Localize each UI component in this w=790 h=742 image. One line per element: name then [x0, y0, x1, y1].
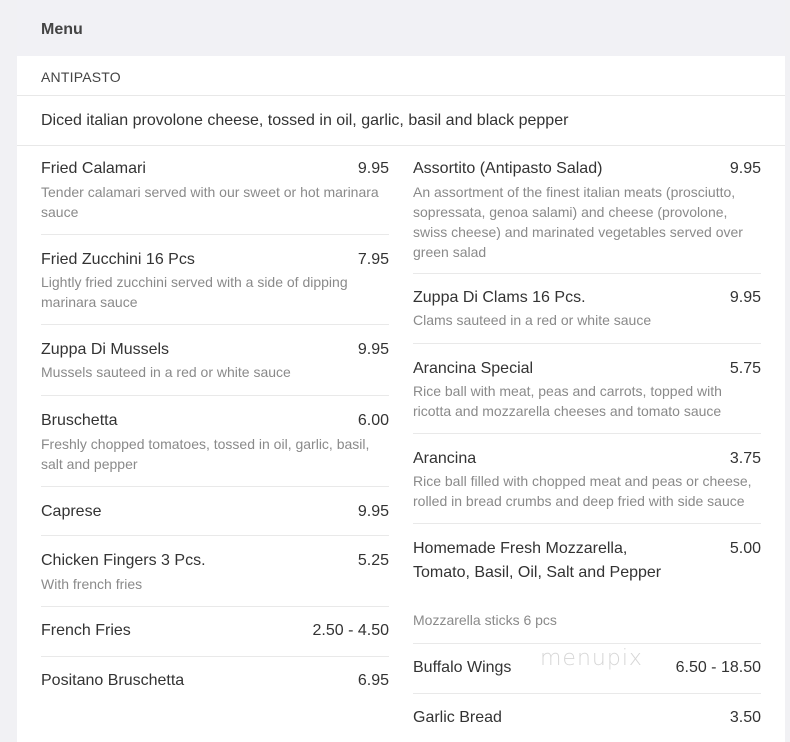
menu-item[interactable]: Homemade Fresh Mozzarella, Tomato, Basil…	[413, 524, 761, 644]
item-name: Arancina	[413, 450, 477, 467]
item-name: Fried Zucchini 16 Pcs	[41, 251, 195, 268]
divider	[17, 95, 785, 96]
menu-item[interactable]: Caprese 9.95	[41, 487, 389, 536]
section-description: Diced italian provolone cheese, tossed i…	[41, 112, 569, 129]
item-description: Freshly chopped tomatoes, tossed in oil,…	[41, 436, 370, 472]
item-name: Buffalo Wings	[413, 659, 512, 676]
section-title: ANTIPASTO	[41, 69, 121, 85]
item-price: 9.95	[729, 160, 761, 177]
item-name: Zuppa Di Mussels	[41, 341, 170, 358]
item-name: Garlic Bread	[413, 709, 502, 726]
item-price: 5.00	[729, 540, 761, 557]
item-name: Chicken Fingers 3 Pcs.	[41, 552, 206, 569]
item-name: Arancina Special	[413, 360, 534, 377]
item-name: French Fries	[41, 622, 131, 639]
divider	[17, 145, 785, 146]
menupix-watermark: menupix	[540, 646, 643, 671]
menu-item[interactable]: Zuppa Di Clams 16 Pcs. 9.95 Clams sautee…	[413, 274, 761, 344]
menu-item[interactable]: Assortito (Antipasto Salad) 9.95 An asso…	[413, 148, 761, 274]
item-price: 9.95	[357, 503, 389, 520]
item-name: Bruschetta	[41, 412, 118, 429]
item-description: With french fries	[41, 576, 143, 592]
item-price: 7.95	[357, 251, 389, 268]
item-price: 5.25	[357, 552, 389, 569]
menu-item[interactable]: French Fries 2.50 - 4.50	[41, 607, 389, 657]
item-price: 5.75	[729, 360, 761, 377]
menu-item[interactable]: Zuppa Di Mussels 9.95 Mussels sauteed in…	[41, 325, 389, 396]
item-price: 9.95	[357, 160, 389, 177]
item-name: Zuppa Di Clams 16 Pcs.	[413, 289, 586, 306]
item-name: Assortito (Antipasto Salad)	[413, 160, 603, 177]
menu-item[interactable]: Positano Bruschetta 6.95	[41, 657, 389, 705]
menu-item[interactable]: Chicken Fingers 3 Pcs. 5.25 With french …	[41, 536, 389, 607]
item-price: 3.75	[729, 450, 761, 467]
item-price: 6.95	[357, 672, 389, 689]
item-description: Mozzarella sticks 6 pcs	[413, 612, 557, 628]
menu-item[interactable]: Garlic Bread 3.50	[413, 694, 761, 742]
item-price: 2.50 - 4.50	[312, 622, 390, 639]
item-price: 3.50	[729, 709, 761, 726]
menu-header: Menu	[17, 0, 785, 56]
item-name: Positano Bruschetta	[41, 672, 185, 689]
menu-item[interactable]: Fried Zucchini 16 Pcs 7.95 Lightly fried…	[41, 235, 389, 325]
menu-item[interactable]: Fried Calamari 9.95 Tender calamari serv…	[41, 148, 389, 235]
menu-item[interactable]: Arancina Special 5.75 Rice ball with mea…	[413, 344, 761, 434]
item-price: 9.95	[357, 341, 389, 358]
item-description: Lightly fried zucchini served with a sid…	[41, 274, 348, 310]
menu-card: Menu ANTIPASTO Diced italian provolone c…	[17, 0, 785, 742]
item-description: Clams sauteed in a red or white sauce	[413, 312, 652, 328]
menu-column-left: Fried Calamari 9.95 Tender calamari serv…	[41, 148, 389, 705]
item-name: Caprese	[41, 503, 102, 520]
item-description: Rice ball with meat, peas and carrots, t…	[413, 383, 722, 419]
item-price: 6.50 - 18.50	[675, 659, 761, 676]
menu-item[interactable]: Bruschetta 6.00 Freshly chopped tomatoes…	[41, 396, 389, 487]
item-description: An assortment of the finest italian meat…	[413, 184, 743, 260]
item-description: Tender calamari served with our sweet or…	[41, 184, 379, 220]
item-name: Fried Calamari	[41, 160, 146, 177]
item-price: 9.95	[729, 289, 761, 306]
menu-item[interactable]: Arancina 3.75 Rice ball filled with chop…	[413, 434, 761, 524]
item-name: Homemade Fresh Mozzarella, Tomato, Basil…	[413, 540, 662, 581]
item-price: 6.00	[357, 412, 389, 429]
item-description: Mussels sauteed in a red or white sauce	[41, 364, 291, 380]
menu-title: Menu	[41, 21, 83, 38]
item-description: Rice ball filled with chopped meat and p…	[413, 473, 752, 509]
